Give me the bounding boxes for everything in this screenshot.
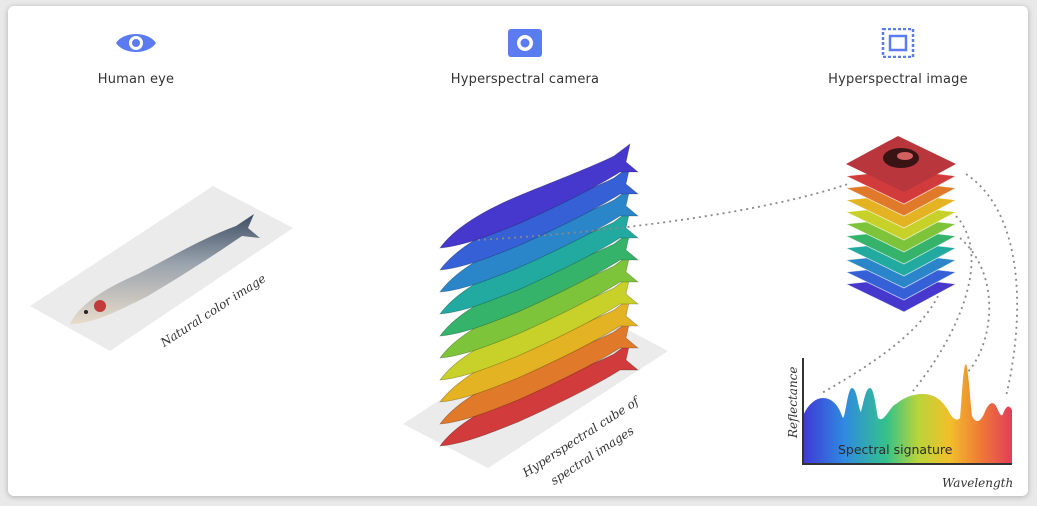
- diagram-canvas: Human eye Hyperspectral camera Hyperspec…: [8, 6, 1028, 496]
- plot-xlabel: Wavelength: [942, 476, 1014, 490]
- hyperspectral-image-cube: [844, 136, 958, 313]
- spectral-cube: [403, 143, 668, 468]
- spectral-signature-label: Spectral signature: [838, 442, 953, 457]
- illustration: [30, 136, 1018, 468]
- plot-ylabel: Reflectance: [786, 366, 800, 439]
- natural-color-fish: [30, 186, 293, 351]
